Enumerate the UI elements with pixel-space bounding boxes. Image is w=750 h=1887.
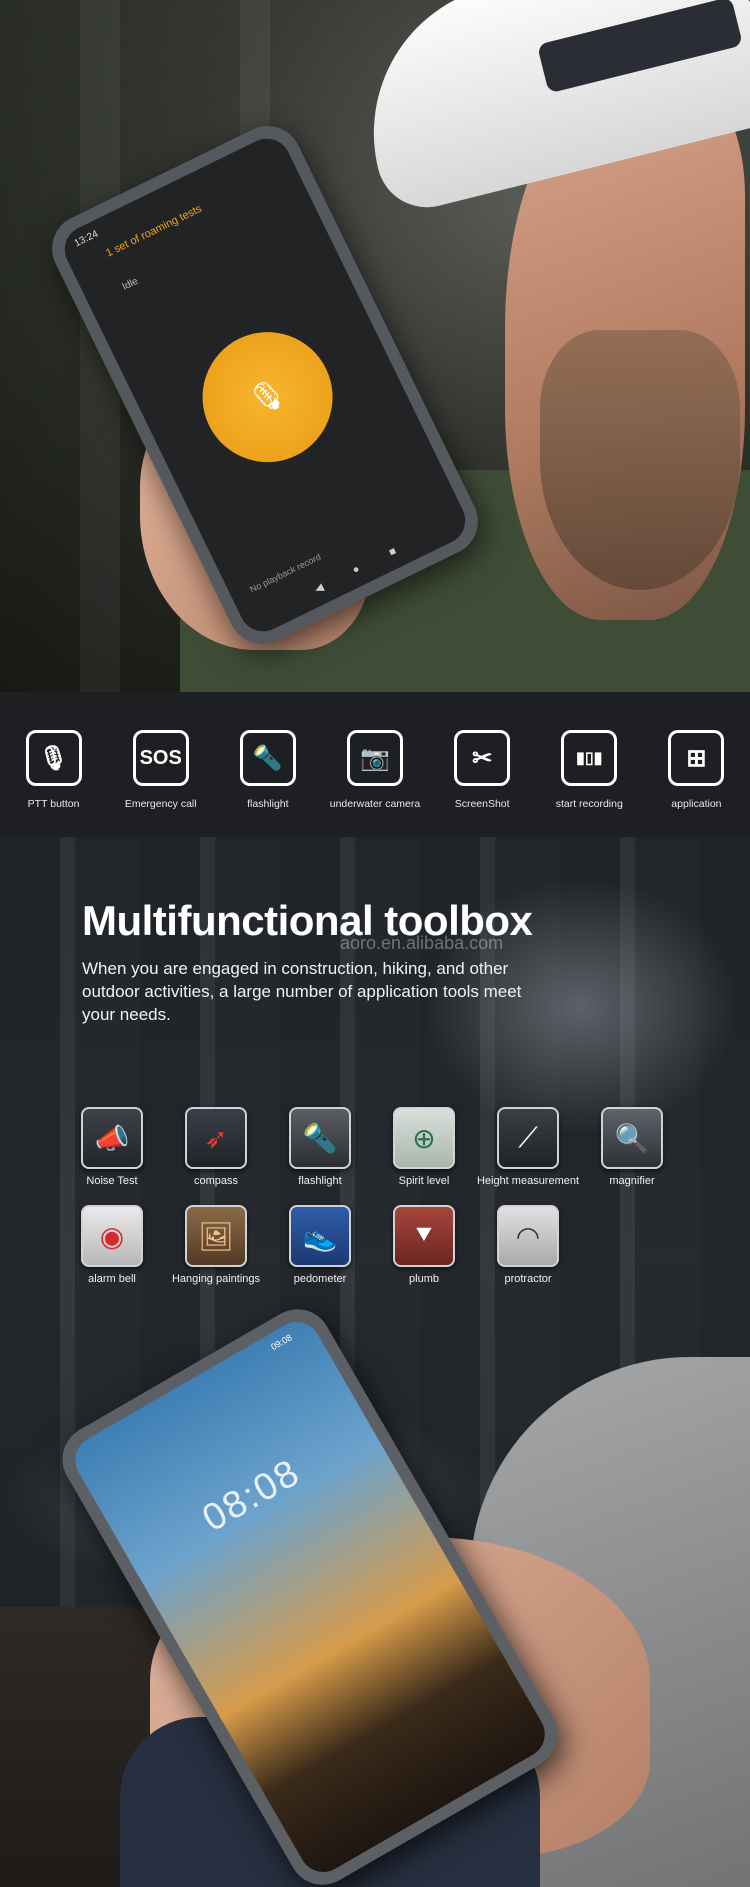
flashlight-icon: 🔦 bbox=[289, 1107, 351, 1169]
toolbox-section: Multifunctional toolbox When you are eng… bbox=[0, 837, 750, 1887]
sos-icon: SOS bbox=[132, 730, 189, 786]
shoe-icon: 👟 bbox=[289, 1205, 351, 1267]
tools-row: ◉ alarm bell 🖼 Hanging paintings 👟 pedom… bbox=[60, 1205, 700, 1285]
tool-label: plumb bbox=[409, 1273, 439, 1285]
tool-magnifier: 🔍 magnifier bbox=[580, 1107, 684, 1187]
feature-recording: ▮▯▮ start recording bbox=[539, 730, 639, 810]
feature-label: PTT button bbox=[27, 798, 80, 810]
waveform-icon: ▮▯▮ bbox=[561, 730, 618, 786]
painting-icon: 🖼 bbox=[185, 1205, 247, 1267]
ptt-icon: 🎙 bbox=[25, 730, 82, 786]
tool-label: Height measurement bbox=[476, 1175, 580, 1187]
watermark: aoro.en.alibaba.com bbox=[340, 933, 504, 953]
spirit-level-icon: ⊕ bbox=[393, 1107, 455, 1169]
tool-plumb: ⯆ plumb bbox=[372, 1205, 476, 1285]
ptt-state: Idle bbox=[120, 275, 140, 293]
camera-icon: 📷 bbox=[346, 730, 403, 786]
microphone-icon: 🎙 bbox=[243, 373, 292, 421]
feature-flashlight: 🔦 flashlight bbox=[218, 730, 318, 810]
feature-ptt: 🎙 PTT button bbox=[4, 730, 104, 810]
feature-label: application bbox=[671, 798, 722, 810]
tool-label: pedometer bbox=[293, 1273, 347, 1285]
feature-screenshot: ✂ ScreenShot bbox=[432, 730, 532, 810]
alarm-bell-icon: ◉ bbox=[81, 1205, 143, 1267]
status-bar-time: 13:24 bbox=[72, 228, 101, 250]
tool-flashlight: 🔦 flashlight bbox=[268, 1107, 372, 1187]
tool-alarm-bell: ◉ alarm bell bbox=[60, 1205, 164, 1285]
tool-height-measurement: ⟋ Height measurement bbox=[476, 1107, 580, 1187]
feature-strip: 🎙 PTT button SOS Emergency call 🔦 flashl… bbox=[0, 692, 750, 837]
tool-label: compass bbox=[193, 1175, 239, 1187]
magnifier-icon: 🔍 bbox=[601, 1107, 663, 1169]
feature-camera: 📷 underwater camera bbox=[325, 730, 425, 810]
tool-noise-test: 📣 Noise Test bbox=[60, 1107, 164, 1187]
protractor-icon: ◠ bbox=[497, 1205, 559, 1267]
tool-protractor: ◠ protractor bbox=[476, 1205, 580, 1285]
tool-hanging-paintings: 🖼 Hanging paintings bbox=[164, 1205, 268, 1285]
tool-label: Hanging paintings bbox=[171, 1273, 261, 1285]
home-icon[interactable]: ● bbox=[350, 563, 362, 578]
tool-label: Noise Test bbox=[86, 1175, 138, 1187]
compass-icon: ➶ bbox=[185, 1107, 247, 1169]
tool-label: Spirit level bbox=[398, 1175, 450, 1187]
lock-clock: 08:08 bbox=[195, 1451, 308, 1541]
flashlight-icon: 🔦 bbox=[239, 730, 296, 786]
height-measure-icon: ⟋ bbox=[497, 1107, 559, 1169]
feature-application: ⊞ application bbox=[646, 730, 746, 810]
worker-beard bbox=[540, 330, 740, 590]
toolbox-description: When you are engaged in construction, hi… bbox=[82, 959, 522, 1024]
recents-icon[interactable]: ■ bbox=[387, 545, 399, 560]
feature-sos: SOS Emergency call bbox=[111, 730, 211, 810]
tools-grid: 📣 Noise Test ➶ compass 🔦 flashlight ⊕ Sp… bbox=[60, 1107, 700, 1303]
tool-label: flashlight bbox=[298, 1175, 342, 1187]
plumb-icon: ⯆ bbox=[393, 1205, 455, 1267]
apps-icon: ⊞ bbox=[668, 730, 725, 786]
tool-pedometer: 👟 pedometer bbox=[268, 1205, 372, 1285]
feature-label: ScreenShot bbox=[454, 798, 510, 810]
feature-label: start recording bbox=[555, 798, 623, 810]
feature-label: flashlight bbox=[247, 798, 289, 810]
megaphone-icon: 📣 bbox=[81, 1107, 143, 1169]
tool-label: alarm bell bbox=[88, 1273, 136, 1285]
status-bar-time: 09:08 bbox=[269, 1332, 294, 1353]
tool-spirit-level: ⊕ Spirit level bbox=[372, 1107, 476, 1187]
feature-label: Emergency call bbox=[124, 798, 197, 810]
tools-row: 📣 Noise Test ➶ compass 🔦 flashlight ⊕ Sp… bbox=[60, 1107, 700, 1187]
hero-photo: 13:24 1 set of roaming tests Idle 🎙 No p… bbox=[0, 0, 750, 692]
feature-label: underwater camera bbox=[329, 798, 421, 810]
tool-label: protractor bbox=[504, 1273, 552, 1285]
tool-label: magnifier bbox=[609, 1175, 655, 1187]
ptt-app-title: 1 set of roaming tests bbox=[103, 202, 204, 260]
ptt-talk-button[interactable]: 🎙 bbox=[180, 310, 355, 485]
scissors-icon: ✂ bbox=[454, 730, 511, 786]
tool-compass: ➶ compass bbox=[164, 1107, 268, 1187]
back-icon[interactable]: ◀ bbox=[312, 581, 326, 596]
